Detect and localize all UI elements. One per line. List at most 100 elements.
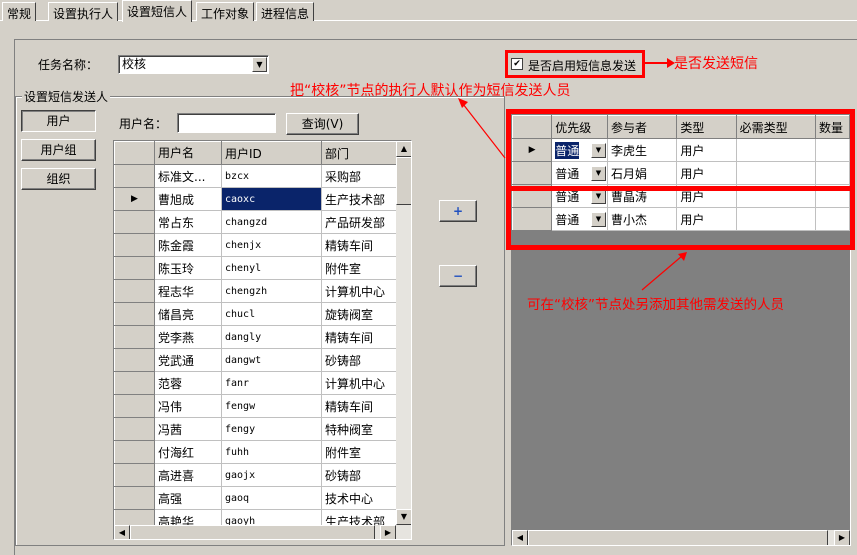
scroll-thumb[interactable] (396, 157, 411, 205)
cell-username[interactable]: 陈玉玲 (154, 256, 222, 280)
current-row-indicator-icon[interactable]: ▶ (114, 187, 155, 211)
cell-department[interactable]: 特种阀室 (321, 417, 398, 441)
tab-general[interactable]: 常规 (2, 2, 37, 21)
cell-userid[interactable]: fuhh (221, 440, 322, 464)
scroll-left-icon[interactable]: ◀ (512, 530, 528, 545)
scroll-down-icon[interactable]: ▼ (396, 509, 411, 525)
row-header[interactable] (114, 417, 155, 441)
user-grid[interactable]: 用户名 用户ID 部门 标准文... bzcx 采购部 ▶ 曹旭成 caoxc 生产技术部常… (113, 140, 412, 540)
table-row[interactable]: 储昌亮 chucl 旋铸阀室 (114, 302, 398, 326)
row-header[interactable] (114, 164, 155, 188)
scroll-up-icon[interactable]: ▲ (396, 141, 411, 157)
chevron-down-icon[interactable]: ▼ (252, 57, 267, 72)
tab-work-object[interactable]: 工作对象 (196, 2, 255, 21)
username-search-input[interactable] (177, 113, 276, 133)
table-row[interactable]: 标准文... bzcx 采购部 (114, 164, 398, 188)
cell-userid[interactable]: fanr (221, 371, 322, 395)
cell-userid[interactable]: gaoq (221, 486, 322, 510)
row-header[interactable] (114, 463, 155, 487)
tab-process-info[interactable]: 进程信息 (256, 2, 315, 21)
task-name-select[interactable]: 校核 ▼ (118, 55, 269, 74)
scroll-right-icon[interactable]: ▶ (834, 530, 850, 545)
row-header[interactable] (114, 233, 155, 257)
cell-department[interactable]: 计算机中心 (321, 371, 398, 395)
user-button[interactable]: 用户 (21, 110, 96, 132)
cell-username[interactable]: 曹旭成 (154, 187, 222, 211)
cell-department[interactable]: 旋铸阀室 (321, 302, 398, 326)
cell-userid[interactable]: fengw (221, 394, 322, 418)
cell-department[interactable]: 采购部 (321, 164, 398, 188)
table-row[interactable]: 高强 gaoq 技术中心 (114, 486, 398, 510)
cell-username[interactable]: 常占东 (154, 210, 222, 234)
row-header[interactable] (114, 302, 155, 326)
cell-userid[interactable]: gaojx (221, 463, 322, 487)
organization-button[interactable]: 组织 (21, 168, 96, 190)
cell-username[interactable]: 高强 (154, 486, 222, 510)
sms-enable-checkbox[interactable]: ✔ (511, 58, 523, 70)
cell-department[interactable]: 生产技术部 (321, 187, 398, 211)
col-header-department[interactable]: 部门 (321, 141, 398, 165)
cell-userid[interactable]: dangly (221, 325, 322, 349)
cell-username[interactable]: 冯茜 (154, 417, 222, 441)
cell-userid[interactable]: chenyl (221, 256, 322, 280)
row-header[interactable] (114, 348, 155, 372)
cell-userid[interactable]: chengzh (221, 279, 322, 303)
table-row[interactable]: ▶ 曹旭成 caoxc 生产技术部 (114, 187, 398, 211)
table-row[interactable]: 付海红 fuhh 附件室 (114, 440, 398, 464)
table-row[interactable]: 党李燕 dangly 精铸车间 (114, 325, 398, 349)
cell-username[interactable]: 范蓉 (154, 371, 222, 395)
table-row[interactable]: 范蓉 fanr 计算机中心 (114, 371, 398, 395)
table-row[interactable]: 陈金霞 chenjx 精铸车间 (114, 233, 398, 257)
cell-department[interactable]: 砂铸部 (321, 348, 398, 372)
cell-username[interactable]: 冯伟 (154, 394, 222, 418)
cell-userid[interactable]: fengy (221, 417, 322, 441)
user-grid-vscrollbar[interactable]: ▲ ▼ (396, 141, 411, 525)
user-group-button[interactable]: 用户组 (21, 139, 96, 161)
cell-username[interactable]: 储昌亮 (154, 302, 222, 326)
cell-username[interactable]: 党武通 (154, 348, 222, 372)
cell-username[interactable]: 高进喜 (154, 463, 222, 487)
table-row[interactable]: 陈玉玲 chenyl 附件室 (114, 256, 398, 280)
row-header[interactable] (114, 256, 155, 280)
cell-username[interactable]: 陈金霞 (154, 233, 222, 257)
cell-department[interactable]: 附件室 (321, 256, 398, 280)
cell-department[interactable]: 计算机中心 (321, 279, 398, 303)
table-row[interactable]: 党武通 dangwt 砂铸部 (114, 348, 398, 372)
sms-enable-label[interactable]: 是否启用短信息发送 (528, 57, 636, 74)
cell-userid[interactable]: chucl (221, 302, 322, 326)
cell-username[interactable]: 党李燕 (154, 325, 222, 349)
table-row[interactable]: 程志华 chengzh 计算机中心 (114, 279, 398, 303)
row-header[interactable] (114, 279, 155, 303)
cell-department[interactable]: 精铸车间 (321, 325, 398, 349)
row-header[interactable] (114, 210, 155, 234)
remove-recipient-button[interactable]: − (439, 265, 477, 287)
row-header[interactable] (114, 394, 155, 418)
cell-department[interactable]: 产品研发部 (321, 210, 398, 234)
row-header[interactable] (114, 486, 155, 510)
tab-set-sms-recipients[interactable]: 设置短信人 (122, 0, 193, 22)
cell-department[interactable]: 技术中心 (321, 486, 398, 510)
cell-department[interactable]: 精铸车间 (321, 394, 398, 418)
scroll-right-icon[interactable]: ▶ (380, 525, 396, 539)
cell-userid[interactable]: bzcx (221, 164, 322, 188)
row-header[interactable] (114, 440, 155, 464)
cell-userid[interactable]: chenjx (221, 233, 322, 257)
tab-set-executor[interactable]: 设置执行人 (48, 2, 119, 21)
cell-userid[interactable]: dangwt (221, 348, 322, 372)
hscroll-thumb[interactable] (528, 530, 828, 545)
col-header-username[interactable]: 用户名 (154, 141, 222, 165)
col-header-userid[interactable]: 用户ID (221, 141, 322, 165)
user-grid-hscrollbar[interactable]: ◀ ▶ (114, 525, 411, 539)
table-row[interactable]: 高进喜 gaojx 砂铸部 (114, 463, 398, 487)
recipient-grid-hscrollbar[interactable]: ◀ ▶ (512, 530, 850, 545)
table-row[interactable]: 冯伟 fengw 精铸车间 (114, 394, 398, 418)
cell-userid[interactable]: changzd (221, 210, 322, 234)
hscroll-thumb[interactable] (130, 525, 375, 539)
add-recipient-button[interactable]: + (439, 200, 477, 222)
row-header[interactable] (114, 371, 155, 395)
cell-username[interactable]: 付海红 (154, 440, 222, 464)
cell-username[interactable]: 程志华 (154, 279, 222, 303)
query-button[interactable]: 查询(V) (286, 113, 359, 135)
table-row[interactable]: 常占东 changzd 产品研发部 (114, 210, 398, 234)
cell-username[interactable]: 标准文... (154, 164, 222, 188)
